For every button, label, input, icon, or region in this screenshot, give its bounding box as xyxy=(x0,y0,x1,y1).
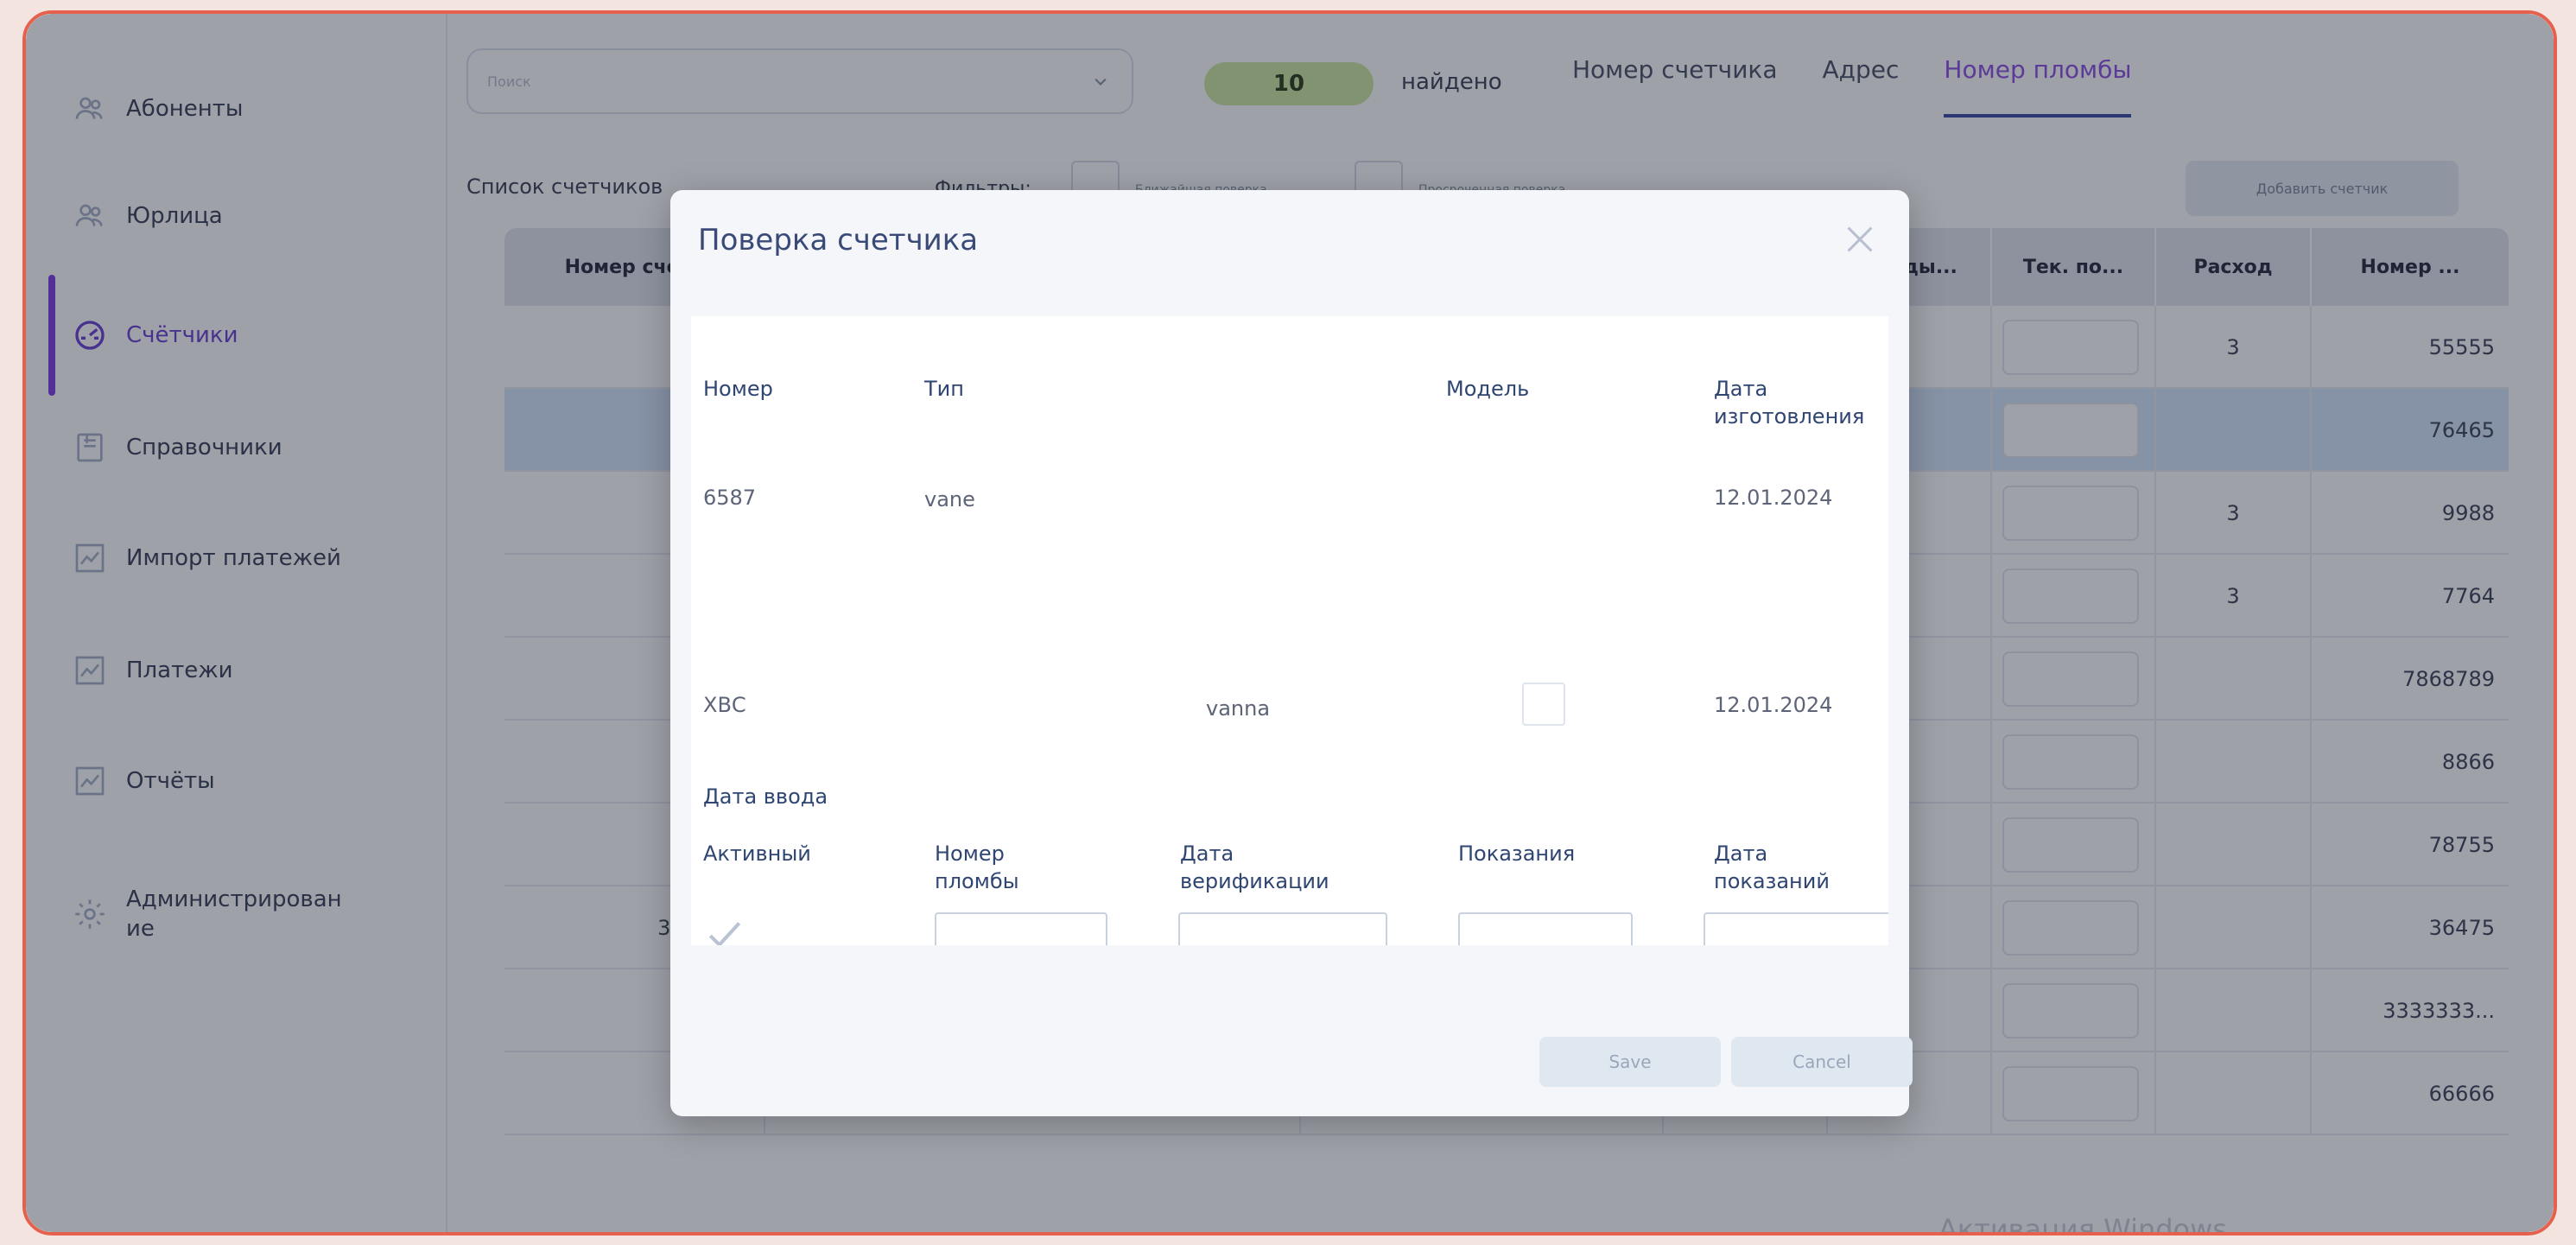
dialog-title: Поверка счетчика xyxy=(698,223,979,257)
label-model: Модель xyxy=(1446,377,1530,401)
label-readings: Показания xyxy=(1458,842,1576,866)
value-model: vanna xyxy=(1206,696,1271,721)
label-number: Номер xyxy=(703,377,773,401)
value-manufacture-date: 12.01.2024 xyxy=(1714,486,1833,510)
active-checkbox[interactable] xyxy=(703,912,746,945)
dialog-body: Номер Тип Модель Дата изготовления 6587 … xyxy=(691,316,1888,945)
label-active: Активный xyxy=(703,842,811,866)
label-verification-date: Дата верификации xyxy=(1180,842,1329,893)
label-seal-number: Номер пломбы xyxy=(935,842,1019,893)
verification-date-input[interactable] xyxy=(1178,912,1387,945)
label-manufacture-date: Дата изготовления xyxy=(1714,377,1865,429)
seal-number-input[interactable] xyxy=(935,912,1107,945)
readings-input[interactable] xyxy=(1458,912,1633,945)
save-button[interactable]: Save xyxy=(1539,1037,1721,1087)
value-type: vane xyxy=(924,487,975,511)
model-checkbox[interactable] xyxy=(1522,683,1565,726)
label-input-date: Дата ввода xyxy=(703,784,828,809)
close-icon[interactable] xyxy=(1840,219,1880,259)
cancel-button[interactable]: Cancel xyxy=(1731,1037,1913,1087)
checkmark-icon xyxy=(708,922,741,945)
value-manufacture-date-2: 12.01.2024 xyxy=(1714,693,1833,717)
value-name: ХВС xyxy=(703,693,746,717)
label-readings-date: Дата показаний xyxy=(1714,842,1830,893)
value-number: 6587 xyxy=(703,486,757,510)
label-type: Тип xyxy=(924,377,964,401)
readings-date-input[interactable] xyxy=(1704,912,1888,945)
verification-dialog: Поверка счетчика Номер Тип Модель Дата и… xyxy=(670,190,1913,1116)
